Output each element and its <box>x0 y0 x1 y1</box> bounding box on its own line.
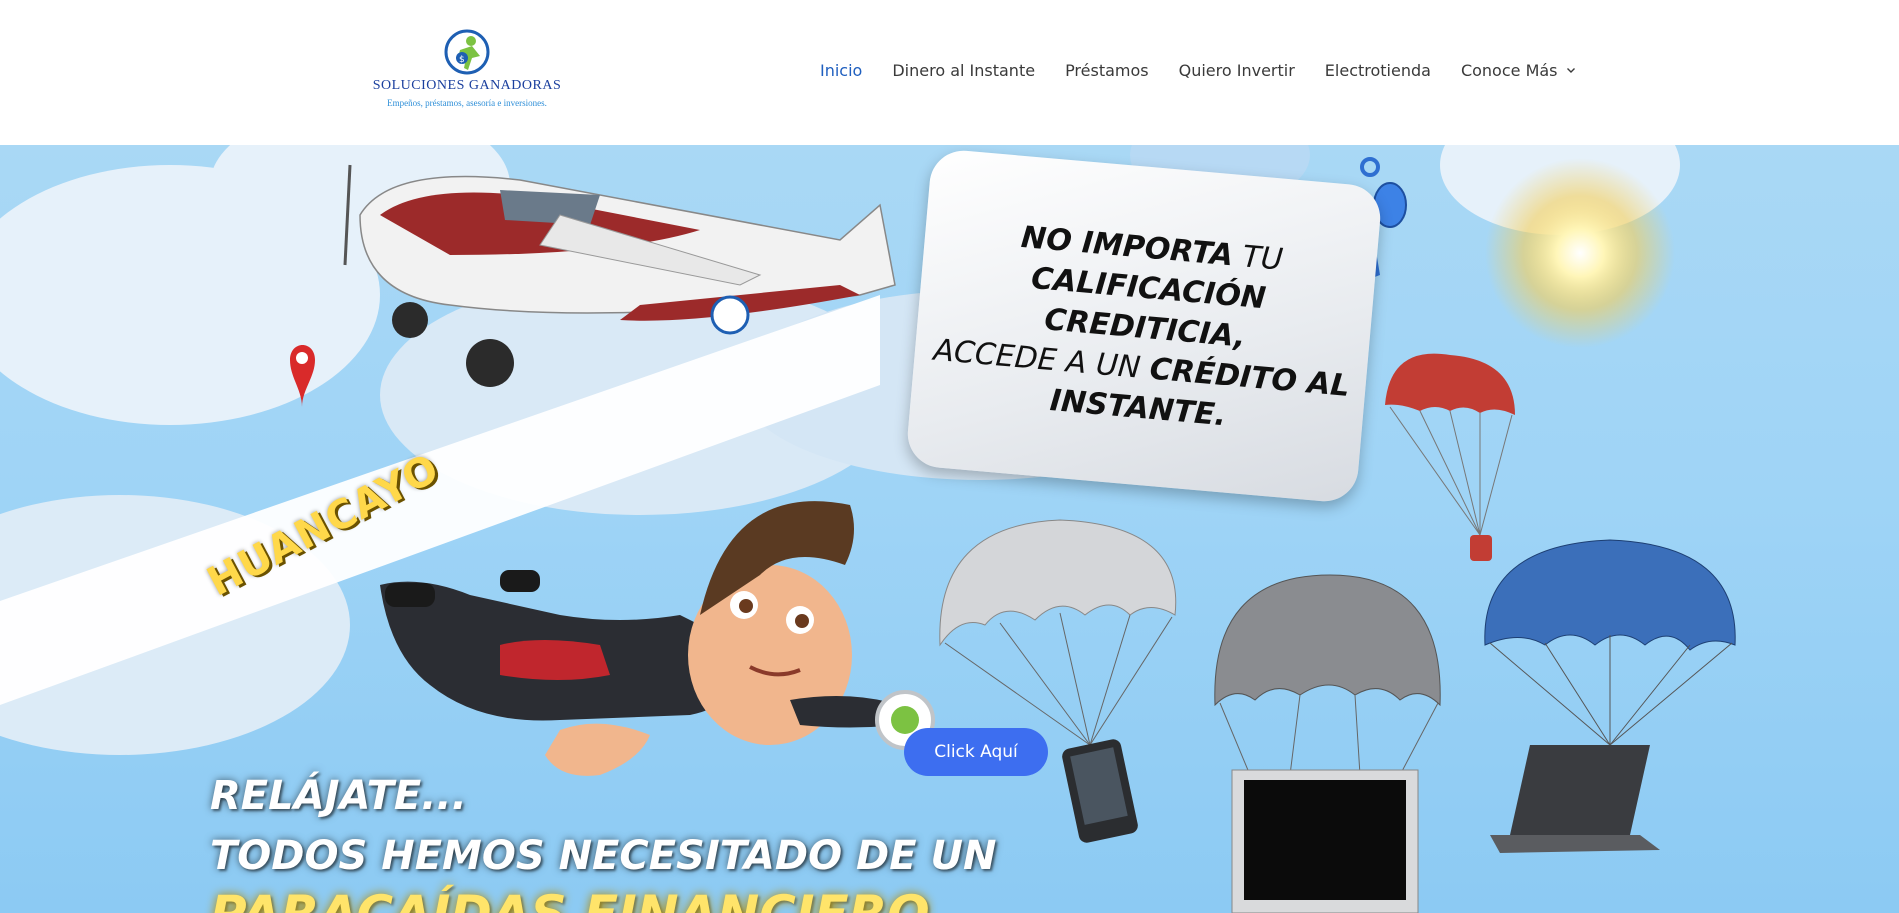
hero-headline-line3: PARACAÍDAS FINANCIERO <box>210 885 930 913</box>
site-logo[interactable]: $ SOLUCIONES GANADORAS Empeños, préstamo… <box>364 26 570 114</box>
hero-headline-line2: TODOS HEMOS NECESITADO DE UN <box>210 833 997 879</box>
parachute-blue-icon <box>1484 539 1736 746</box>
click-aqui-button[interactable]: Click Aquí <box>904 728 1048 776</box>
nav-item-conoce-mas[interactable]: Conoce Más <box>1461 61 1576 80</box>
nav-item-electrotienda[interactable]: Electrotienda <box>1325 61 1431 80</box>
hero-banner: NO IMPORTA TU CALIFICACIÓN CREDITICIA, A… <box>0 145 1899 913</box>
bubble-line1-thin: TU <box>1231 238 1285 278</box>
logo-name: SOLUCIONES GANADORAS <box>372 78 562 93</box>
logo-tagline: Empeños, préstamos, asesoría e inversion… <box>387 98 547 108</box>
nav-item-conoce-mas-label: Conoce Más <box>1460 60 1558 80</box>
television-icon <box>1231 769 1419 913</box>
parachute-gray-icon <box>1214 574 1441 776</box>
nav-item-quiero-invertir[interactable]: Quiero Invertir <box>1179 61 1295 80</box>
svg-text:$: $ <box>459 55 465 65</box>
site-header: $ SOLUCIONES GANADORAS Empeños, préstamo… <box>0 0 1899 145</box>
businessman-character <box>380 501 935 776</box>
nav-item-prestamos[interactable]: Préstamos <box>1065 61 1149 80</box>
parachute-white-icon <box>939 519 1177 746</box>
laptop-icon <box>1490 745 1660 853</box>
nav-item-inicio[interactable]: Inicio <box>820 61 862 80</box>
sun-icon <box>1485 158 1675 348</box>
nav-item-dinero-al-instante[interactable]: Dinero al Instante <box>892 61 1035 80</box>
logo-icon: $ <box>444 29 490 75</box>
message-card-text: NO IMPORTA TU CALIFICACIÓN CREDITICIA, A… <box>922 211 1368 448</box>
chevron-down-icon <box>1566 68 1575 73</box>
parachute-red-icon <box>1385 353 1515 561</box>
hero-headline-line1: RELÁJATE... <box>210 773 467 819</box>
smartphone-icon <box>1062 739 1138 843</box>
main-nav: Inicio Dinero al Instante Préstamos Quie… <box>820 58 1576 82</box>
